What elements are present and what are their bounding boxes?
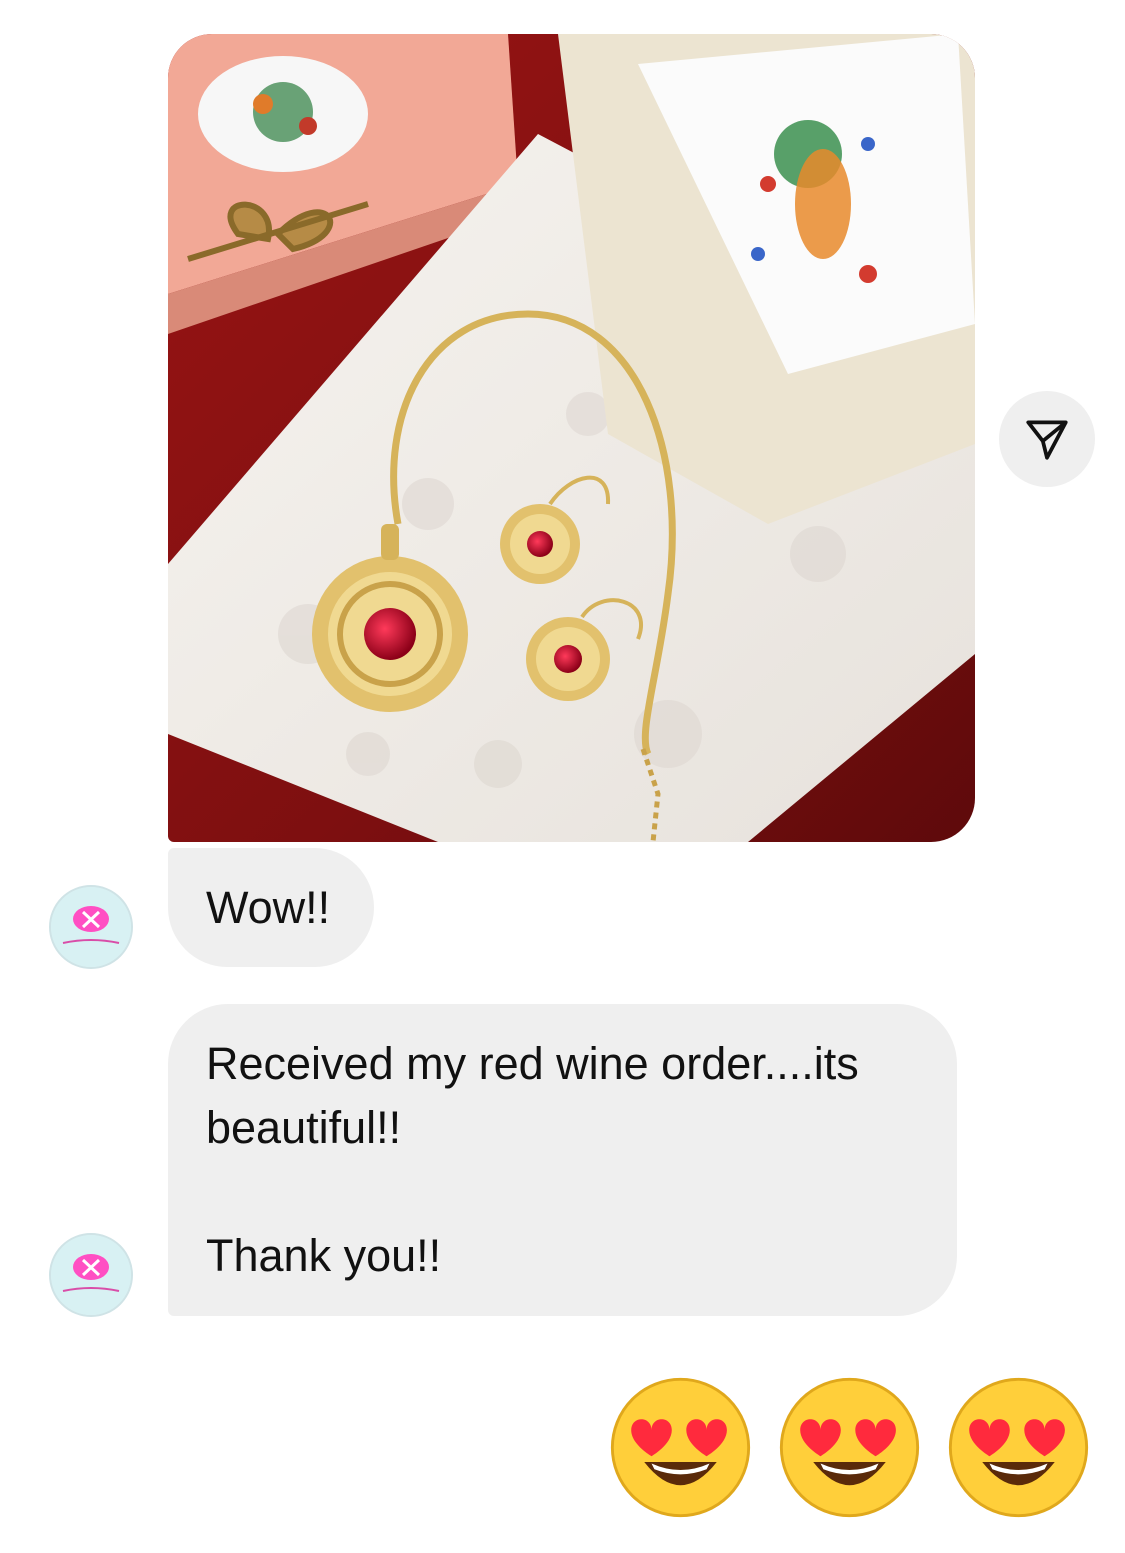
emoji-message[interactable] <box>608 1375 1092 1520</box>
heart-eyes-emoji-icon <box>608 1375 753 1520</box>
jewellery-photo <box>168 34 975 842</box>
message-text-line: beautiful!! <box>206 1102 402 1153</box>
sender-avatar[interactable] <box>49 885 133 969</box>
message-text-line: Thank you!! <box>206 1230 442 1281</box>
share-button[interactable] <box>999 391 1095 487</box>
message-bubble[interactable]: Received my red wine order....its beauti… <box>168 1004 957 1316</box>
message-bubble[interactable]: Wow!! <box>168 848 374 967</box>
whisk-spoon-logo <box>51 1235 131 1315</box>
sender-avatar[interactable] <box>49 1233 133 1317</box>
whisk-spoon-logo <box>51 887 131 967</box>
message-text-line: Received my red wine order....its <box>206 1038 859 1089</box>
heart-eyes-emoji-icon <box>946 1375 1091 1520</box>
heart-eyes-emoji-icon <box>777 1375 922 1520</box>
message-text: Wow!! <box>206 881 331 933</box>
shared-photo-message[interactable] <box>168 34 975 842</box>
send-icon <box>1026 420 1068 460</box>
